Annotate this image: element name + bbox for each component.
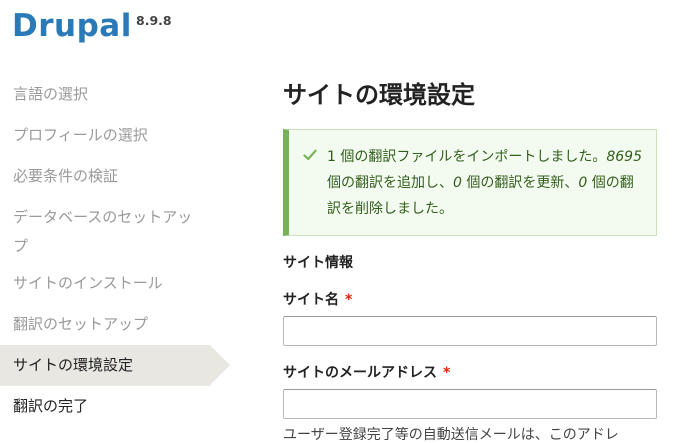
site-mail-label: サイトのメールアドレス * bbox=[283, 363, 657, 383]
message-deleted-count: 0 bbox=[578, 175, 588, 191]
message-part1: 1 個の翻訳ファイルをインポートしました。 bbox=[327, 149, 607, 165]
message-added-count: 8695 bbox=[606, 149, 642, 165]
task-finish-translations: 翻訳の完了 bbox=[13, 397, 89, 415]
message-part2: 個の翻訳を追加し、 bbox=[327, 175, 453, 191]
task-install-site: サイトのインストール bbox=[13, 274, 163, 292]
task-verify-requirements: 必要条件の検証 bbox=[13, 167, 119, 185]
site-mail-label-text: サイトのメールアドレス bbox=[283, 365, 437, 381]
installer-page: Drupal 8.9.8 言語の選択 プロフィールの選択 必要条件の検証 データ… bbox=[0, 0, 674, 443]
message-updated-count: 0 bbox=[453, 175, 462, 191]
task-configure-site: サイトの環境設定 bbox=[0, 345, 230, 386]
task-choose-language: 言語の選択 bbox=[13, 85, 89, 103]
message-part3: 個の翻訳を更新、 bbox=[461, 175, 579, 191]
site-mail-input[interactable] bbox=[283, 389, 657, 419]
page-title: サイトの環境設定 bbox=[283, 81, 475, 109]
task-setup-database: データベースのセットアップ bbox=[13, 208, 193, 255]
site-name-label-text: サイト名 bbox=[283, 292, 339, 308]
status-message: 1 個の翻訳ファイルをインポートしました。8695 個の翻訳を追加し、0 個の翻… bbox=[283, 129, 657, 236]
install-task-list: 言語の選択 プロフィールの選択 必要条件の検証 データベースのセットアップ サイ… bbox=[0, 74, 240, 427]
site-name-label: サイト名 * bbox=[283, 290, 657, 310]
site-name-input[interactable] bbox=[283, 316, 657, 346]
required-marker: * bbox=[345, 292, 353, 308]
task-choose-profile: プロフィールの選択 bbox=[13, 126, 148, 144]
task-setup-translations: 翻訳のセットアップ bbox=[13, 315, 149, 333]
drupal-logo: Drupal bbox=[12, 8, 132, 44]
required-marker: * bbox=[443, 365, 451, 381]
version-label: 8.9.8 bbox=[136, 13, 172, 28]
site-info-heading: サイト情報 bbox=[283, 255, 353, 271]
check-icon bbox=[303, 149, 317, 161]
main-content: サイトの環境設定 1 個の翻訳ファイルをインポートしました。8695 個の翻訳を… bbox=[283, 74, 657, 443]
site-mail-description: ユーザー登録完了等の自動送信メールは、このアドレ bbox=[283, 427, 619, 443]
